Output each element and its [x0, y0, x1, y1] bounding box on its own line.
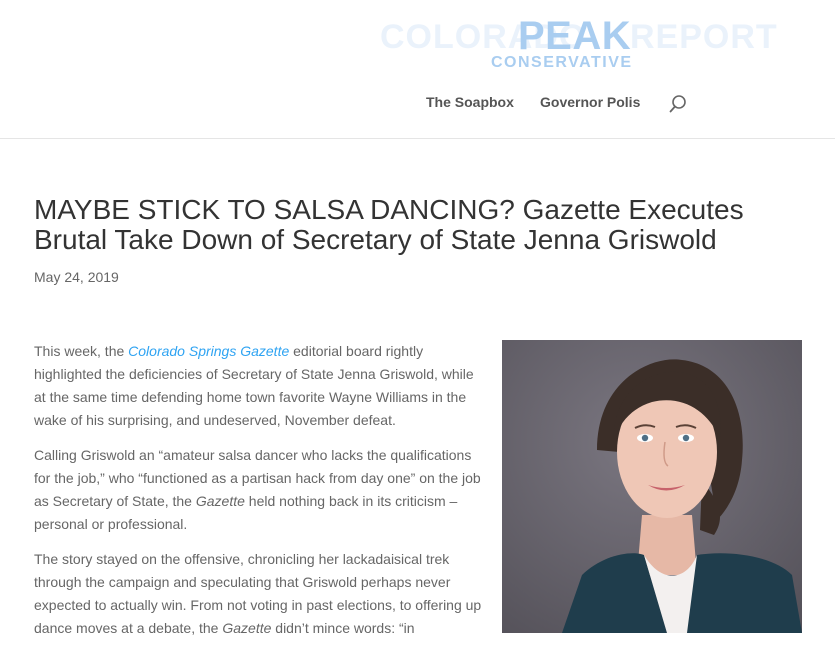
article-photo	[502, 340, 802, 633]
nav-link-the-soapbox[interactable]: The Soapbox	[426, 94, 514, 110]
logo-sub-text: CONSERVATIVE	[491, 54, 633, 71]
paragraph-1-text-a: This week, the	[34, 343, 129, 359]
paragraph-3: The story stayed on the offensive, chron…	[34, 548, 489, 640]
article-date: May 24, 2019	[34, 269, 119, 285]
paragraph-3-emphasis: Gazette	[222, 620, 272, 636]
nav-link-governor-polis[interactable]: Governor Polis	[540, 94, 640, 110]
paragraph-2: Calling Griswold an “amateur salsa dance…	[34, 444, 489, 536]
search-icon[interactable]	[668, 94, 688, 114]
site-header: COLORADO REPORT PEAK CONSERVATIVE The So…	[0, 0, 835, 139]
gazette-link[interactable]: Colorado Springs Gazette	[128, 343, 289, 359]
logo-ghost-right: REPORT	[630, 18, 778, 56]
paragraph-1: This week, the Colorado Springs Gazette …	[34, 340, 489, 432]
logo-main-text: PEAK	[518, 14, 632, 58]
paragraph-3-text-b: didn’t mince words: “in	[271, 620, 415, 636]
paragraph-2-emphasis: Gazette	[195, 493, 245, 509]
article-body: This week, the Colorado Springs Gazette …	[34, 340, 489, 652]
site-logo[interactable]: COLORADO REPORT PEAK CONSERVATIVE	[380, 14, 777, 74]
article-title: MAYBE STICK TO SALSA DANCING? Gazette Ex…	[34, 194, 744, 255]
